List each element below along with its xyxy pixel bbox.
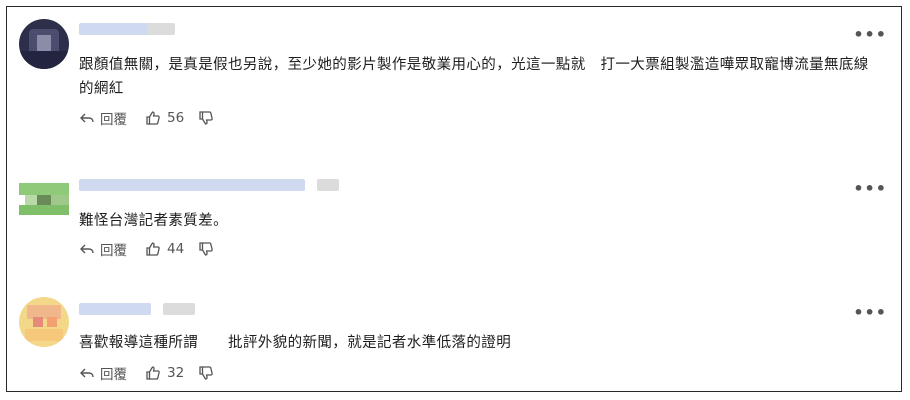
reply-arrow-icon — [80, 113, 94, 123]
comment-text: 難怪台灣記者素質差。 — [79, 213, 228, 229]
comment-list: ••• 跟顏值無關，是真是假也另說，至少她的影片製作是敬業用心的，光這一點就 打… — [6, 6, 902, 392]
reply-label: 回覆 — [100, 112, 127, 128]
reply-button[interactable]: 回覆 — [79, 363, 127, 383]
like-button[interactable]: 56 — [145, 110, 184, 126]
username-blurred[interactable] — [79, 179, 305, 191]
username-blurred[interactable] — [79, 303, 151, 315]
like-count: 56 — [167, 110, 185, 126]
comment-text: 喜歡報導這種所謂 批評外貌的新聞，就是記者水準低落的證明 — [79, 335, 512, 351]
like-count: 32 — [167, 365, 185, 381]
comment-actions: 回覆 56 — [79, 108, 214, 128]
more-options-icon[interactable]: ••• — [853, 303, 887, 322]
dislike-button[interactable] — [198, 365, 214, 381]
reply-button[interactable]: 回覆 — [79, 239, 127, 259]
reply-arrow-icon — [80, 368, 94, 378]
username-suffix-blurred — [317, 179, 339, 191]
reply-arrow-icon — [80, 244, 94, 254]
more-options-icon[interactable]: ••• — [853, 179, 887, 198]
reply-label: 回覆 — [100, 367, 127, 383]
thumbs-down-icon — [199, 366, 213, 380]
thumbs-up-icon — [146, 111, 160, 125]
thumbs-up-icon — [146, 366, 160, 380]
thumbs-up-icon — [146, 242, 160, 256]
avatar[interactable] — [19, 173, 69, 223]
dislike-button[interactable] — [198, 241, 214, 257]
username-suffix-blurred — [147, 23, 175, 35]
avatar[interactable] — [19, 297, 69, 347]
avatar[interactable] — [19, 19, 69, 69]
like-button[interactable]: 44 — [145, 241, 184, 257]
dislike-button[interactable] — [198, 110, 214, 126]
like-count: 44 — [167, 241, 185, 257]
username-suffix-blurred — [163, 303, 195, 315]
comment-text: 跟顏值無關，是真是假也另說，至少她的影片製作是敬業用心的，光這一點就 打一大票組… — [79, 57, 869, 97]
like-button[interactable]: 32 — [145, 365, 184, 381]
more-options-icon[interactable]: ••• — [853, 25, 887, 44]
reply-label: 回覆 — [100, 243, 127, 259]
thumbs-down-icon — [199, 242, 213, 256]
comment-actions: 回覆 44 — [79, 239, 214, 259]
reply-button[interactable]: 回覆 — [79, 108, 127, 128]
thumbs-down-icon — [199, 111, 213, 125]
comment-actions: 回覆 32 — [79, 363, 214, 383]
